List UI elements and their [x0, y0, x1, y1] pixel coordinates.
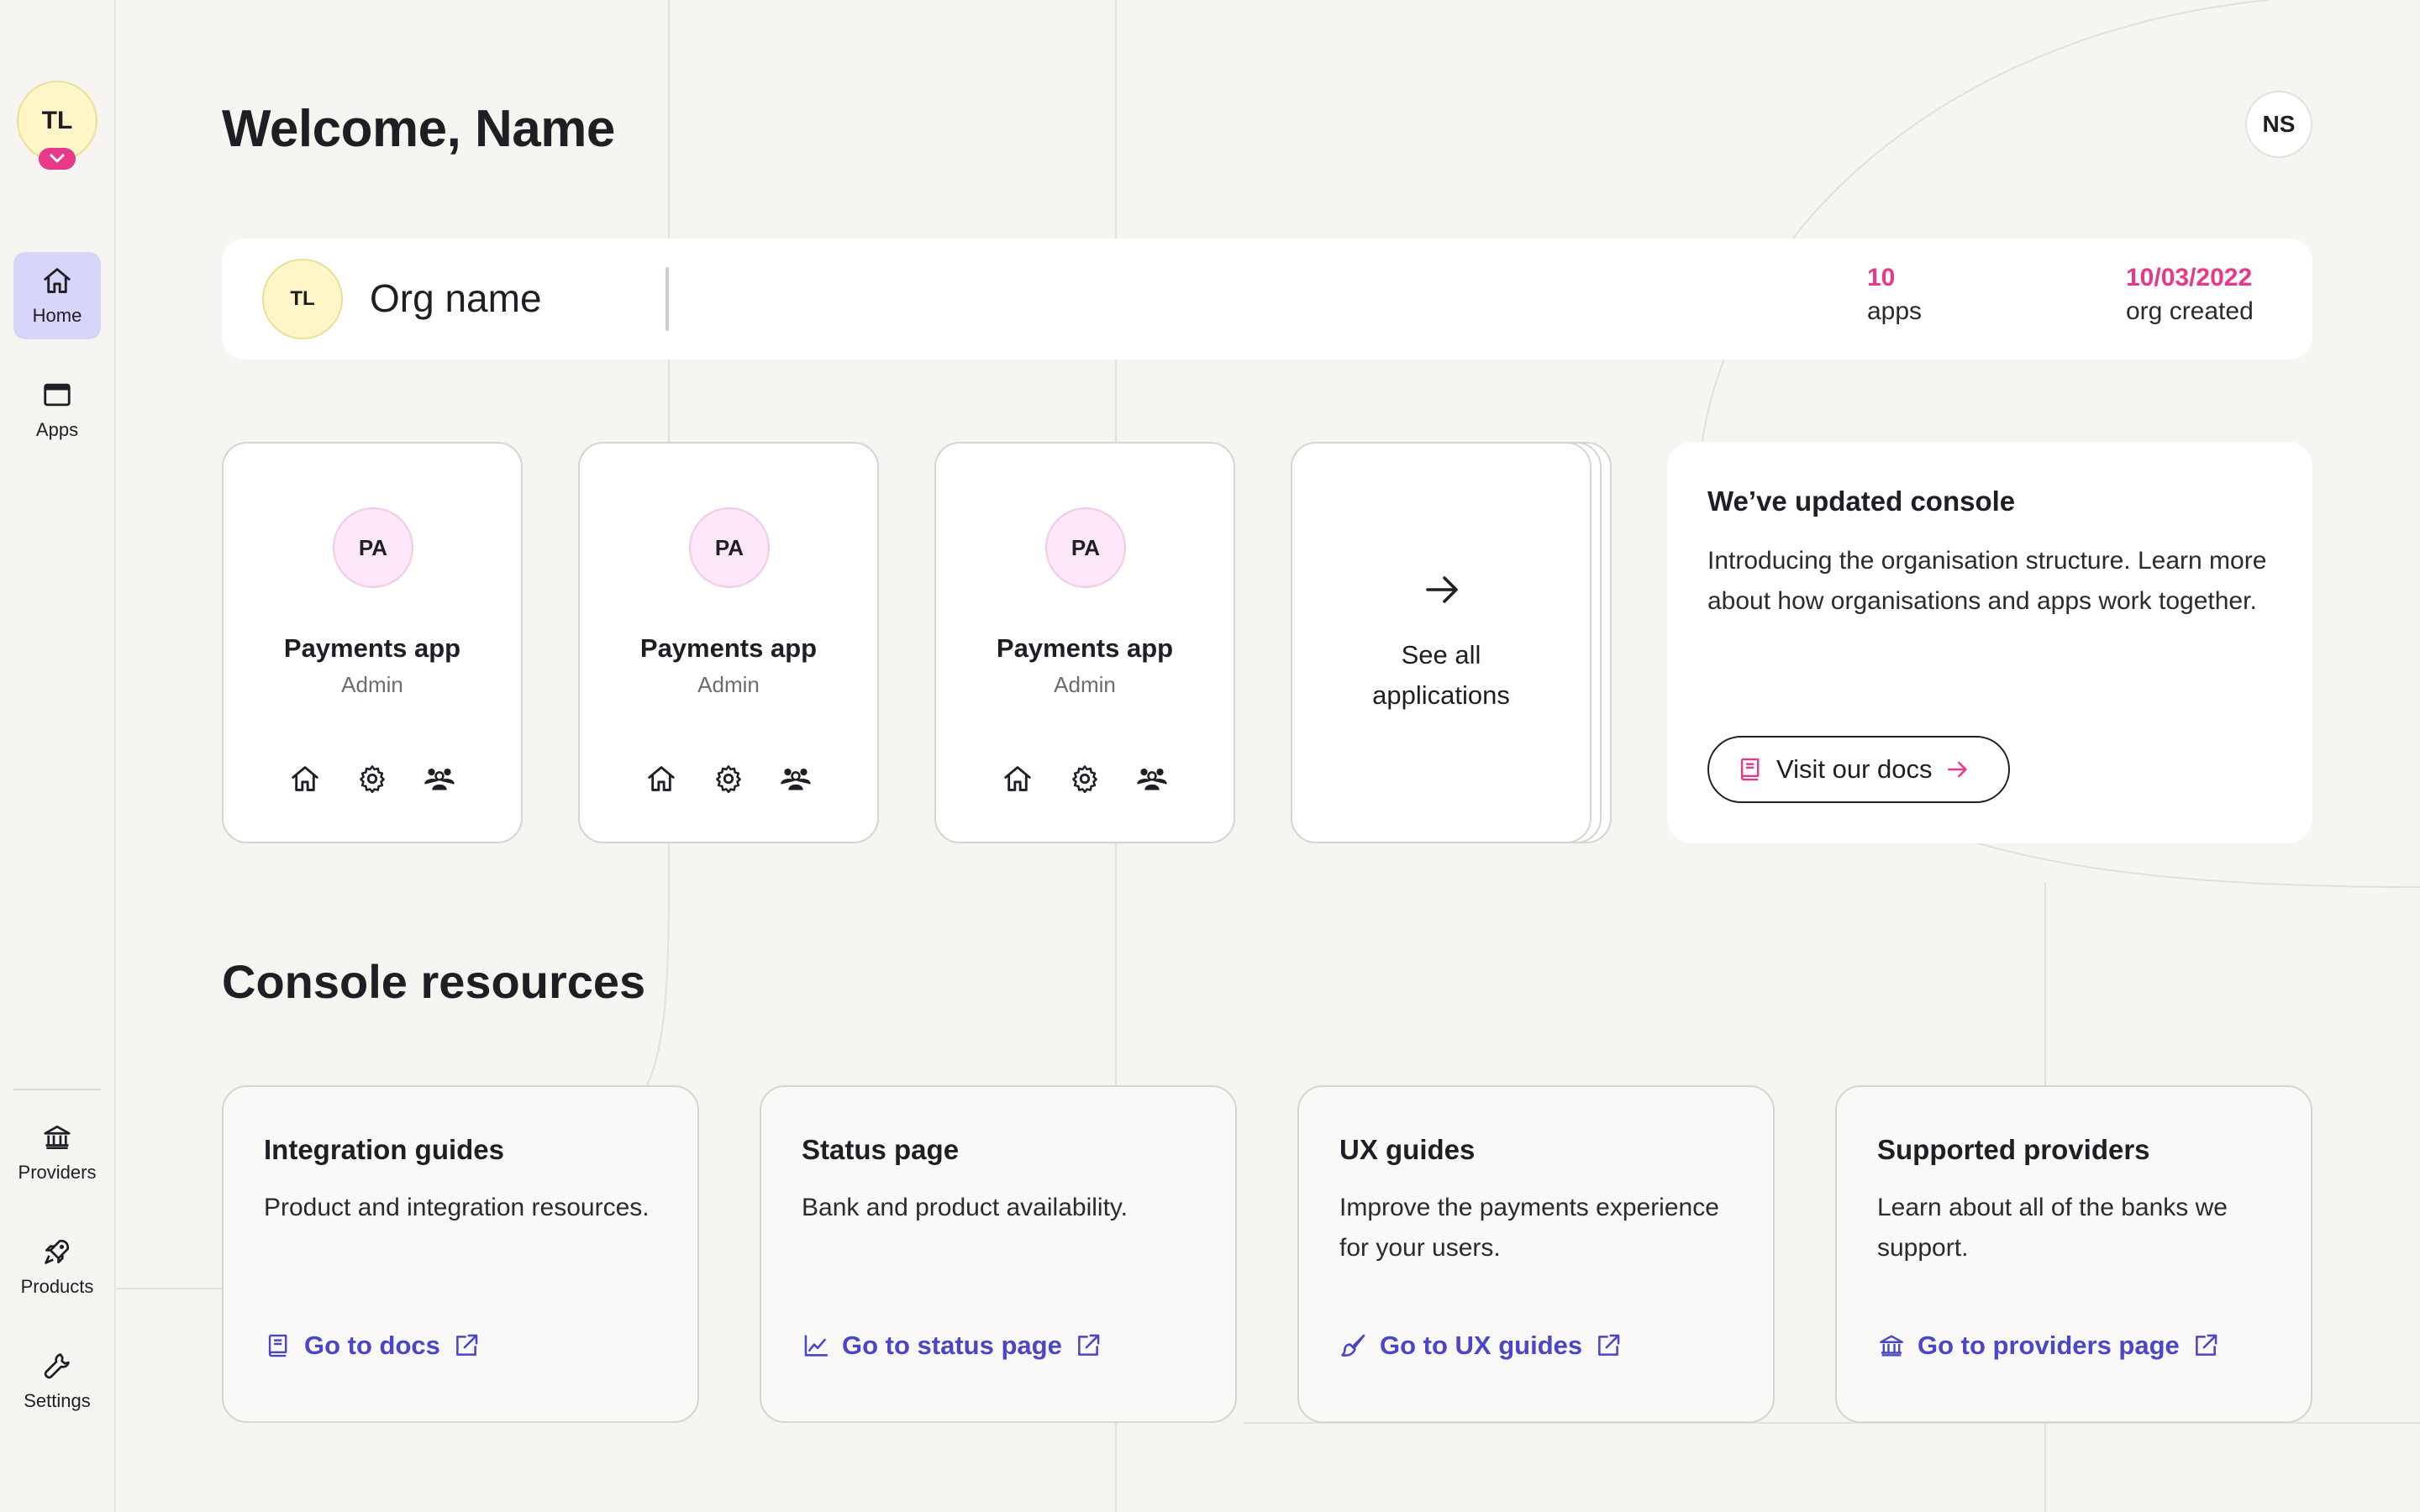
- org-summary-bar: TL Org name 10 apps 10/03/2022 org creat…: [222, 239, 2312, 360]
- bank-icon: [44, 1125, 71, 1150]
- sidebar-item-label: Settings: [24, 1390, 91, 1411]
- gear-icon[interactable]: [356, 763, 388, 795]
- resource-link-label: Go to status page: [842, 1331, 1062, 1360]
- resource-heading: Integration guides: [264, 1134, 505, 1165]
- app-name: Payments app: [283, 633, 461, 663]
- team-icon[interactable]: [424, 763, 455, 795]
- chart-line-icon: [802, 1331, 830, 1360]
- app-avatar: PA: [1045, 507, 1126, 588]
- org-initials: TL: [290, 287, 315, 310]
- chevron-down-icon: [50, 154, 65, 163]
- rocket-icon: [45, 1239, 70, 1264]
- apps-count-caption: apps: [1867, 297, 1923, 325]
- sidebar-item-settings[interactable]: Settings: [13, 1337, 101, 1425]
- app-avatar: PA: [689, 507, 770, 588]
- app-initials: PA: [358, 534, 388, 560]
- app-initials: PA: [714, 534, 744, 560]
- app-name: Payments app: [639, 633, 818, 663]
- resource-link-label: Go to providers page: [1918, 1331, 2180, 1360]
- go-to-providers-page-link[interactable]: Go to providers page: [1877, 1331, 2220, 1361]
- resource-link-label: Go to docs: [304, 1331, 440, 1360]
- app-card[interactable]: PA Payments app Admin: [222, 442, 523, 843]
- org-created-stat: 10/03/2022 org created: [2126, 264, 2254, 326]
- resource-card-supported-providers: Supported providers Learn about all of t…: [1835, 1085, 2312, 1423]
- sidebar-item-products[interactable]: Products: [13, 1223, 101, 1310]
- org-bar-divider: [666, 267, 669, 331]
- update-body: Introducing the organisation structure. …: [1707, 547, 2267, 615]
- home-icon[interactable]: [1002, 763, 1034, 795]
- resource-heading: UX guides: [1339, 1134, 1476, 1165]
- sidebar-divider: [13, 1089, 101, 1090]
- brush-icon: [1339, 1331, 1368, 1360]
- external-link-icon: [1074, 1331, 1102, 1360]
- home-icon[interactable]: [645, 763, 677, 795]
- visit-docs-button[interactable]: Visit our docs: [1707, 736, 2010, 803]
- sidebar-item-label: Providers: [18, 1162, 97, 1183]
- apps-count-stat: 10 apps: [1867, 264, 1922, 326]
- resources-title: Console resources: [222, 955, 646, 1008]
- window-icon: [44, 383, 71, 407]
- resource-heading: Status page: [802, 1134, 960, 1165]
- home-icon[interactable]: [289, 763, 321, 795]
- user-initials: NS: [2262, 111, 2296, 137]
- user-avatar[interactable]: NS: [2245, 91, 2312, 158]
- external-link-icon: [452, 1331, 481, 1360]
- org-switcher-toggle[interactable]: [39, 148, 76, 170]
- see-all-applications-card[interactable]: See all applications: [1291, 442, 1591, 843]
- sidebar-item-label: Apps: [35, 419, 79, 440]
- resource-card-integration-guides: Integration guides Product and integrati…: [222, 1085, 699, 1423]
- org-name: Org name: [370, 276, 542, 320]
- see-all-applications-stack: See all applications: [1291, 442, 1613, 843]
- app-role: Admin: [697, 672, 760, 697]
- home-icon: [44, 268, 71, 293]
- resource-body: Improve the payments experience for your…: [1339, 1194, 1719, 1262]
- update-heading: We’ve updated console: [1707, 486, 2016, 517]
- visit-docs-label: Visit our docs: [1776, 754, 1933, 784]
- external-link-icon: [1594, 1331, 1623, 1360]
- sidebar-item-label: Home: [32, 305, 82, 326]
- resource-card-status-page: Status page Bank and product availabilit…: [760, 1085, 1237, 1423]
- team-icon[interactable]: [780, 763, 812, 795]
- resource-heading: Supported providers: [1877, 1134, 2150, 1165]
- arrow-right-icon: [1426, 576, 1458, 603]
- resource-link-label: Go to UX guides: [1380, 1331, 1583, 1360]
- app-avatar: PA: [333, 507, 413, 588]
- console-update-card: We’ve updated console Introducing the or…: [1667, 442, 2312, 843]
- book-icon: [264, 1331, 292, 1360]
- app-name: Payments app: [996, 633, 1174, 663]
- gear-icon[interactable]: [713, 763, 744, 795]
- org-avatar-initials: TL: [41, 107, 73, 134]
- resource-body: Bank and product availability.: [802, 1194, 1128, 1221]
- org-avatar: TL: [262, 259, 343, 339]
- app-card[interactable]: PA Payments app Admin: [578, 442, 879, 843]
- wrench-icon: [44, 1353, 70, 1379]
- external-link-icon: [2191, 1331, 2220, 1360]
- gear-icon[interactable]: [1069, 763, 1101, 795]
- bank-icon: [1877, 1331, 1906, 1360]
- arrow-right-icon: [1944, 756, 1971, 783]
- book-icon: [1736, 755, 1765, 784]
- resource-body: Product and integration resources.: [264, 1194, 650, 1221]
- org-created-value: 10/03/2022: [2126, 264, 2253, 291]
- app-card[interactable]: PA Payments app Admin: [934, 442, 1235, 843]
- page-title: Welcome, Name: [222, 100, 615, 158]
- sidebar-item-providers[interactable]: Providers: [13, 1109, 101, 1196]
- resource-card-ux-guides: UX guides Improve the payments experienc…: [1297, 1085, 1775, 1423]
- see-all-label: See all applications: [1372, 640, 1510, 710]
- sidebar-item-label: Products: [20, 1276, 94, 1297]
- resource-body: Learn about all of the banks we support.: [1877, 1194, 2228, 1262]
- sidebar: TL Home Apps Providers Products Settings: [0, 0, 116, 1512]
- go-to-status-page-link[interactable]: Go to status page: [802, 1331, 1102, 1361]
- sidebar-item-apps[interactable]: Apps: [13, 366, 101, 454]
- go-to-docs-link[interactable]: Go to docs: [264, 1331, 481, 1361]
- org-created-caption: org created: [2126, 297, 2254, 325]
- go-to-ux-guides-link[interactable]: Go to UX guides: [1339, 1331, 1623, 1361]
- apps-count-value: 10: [1867, 264, 1896, 291]
- app-initials: PA: [1071, 534, 1101, 560]
- team-icon[interactable]: [1136, 763, 1168, 795]
- app-role: Admin: [341, 672, 403, 697]
- app-role: Admin: [1054, 672, 1116, 697]
- sidebar-item-home[interactable]: Home: [13, 252, 101, 339]
